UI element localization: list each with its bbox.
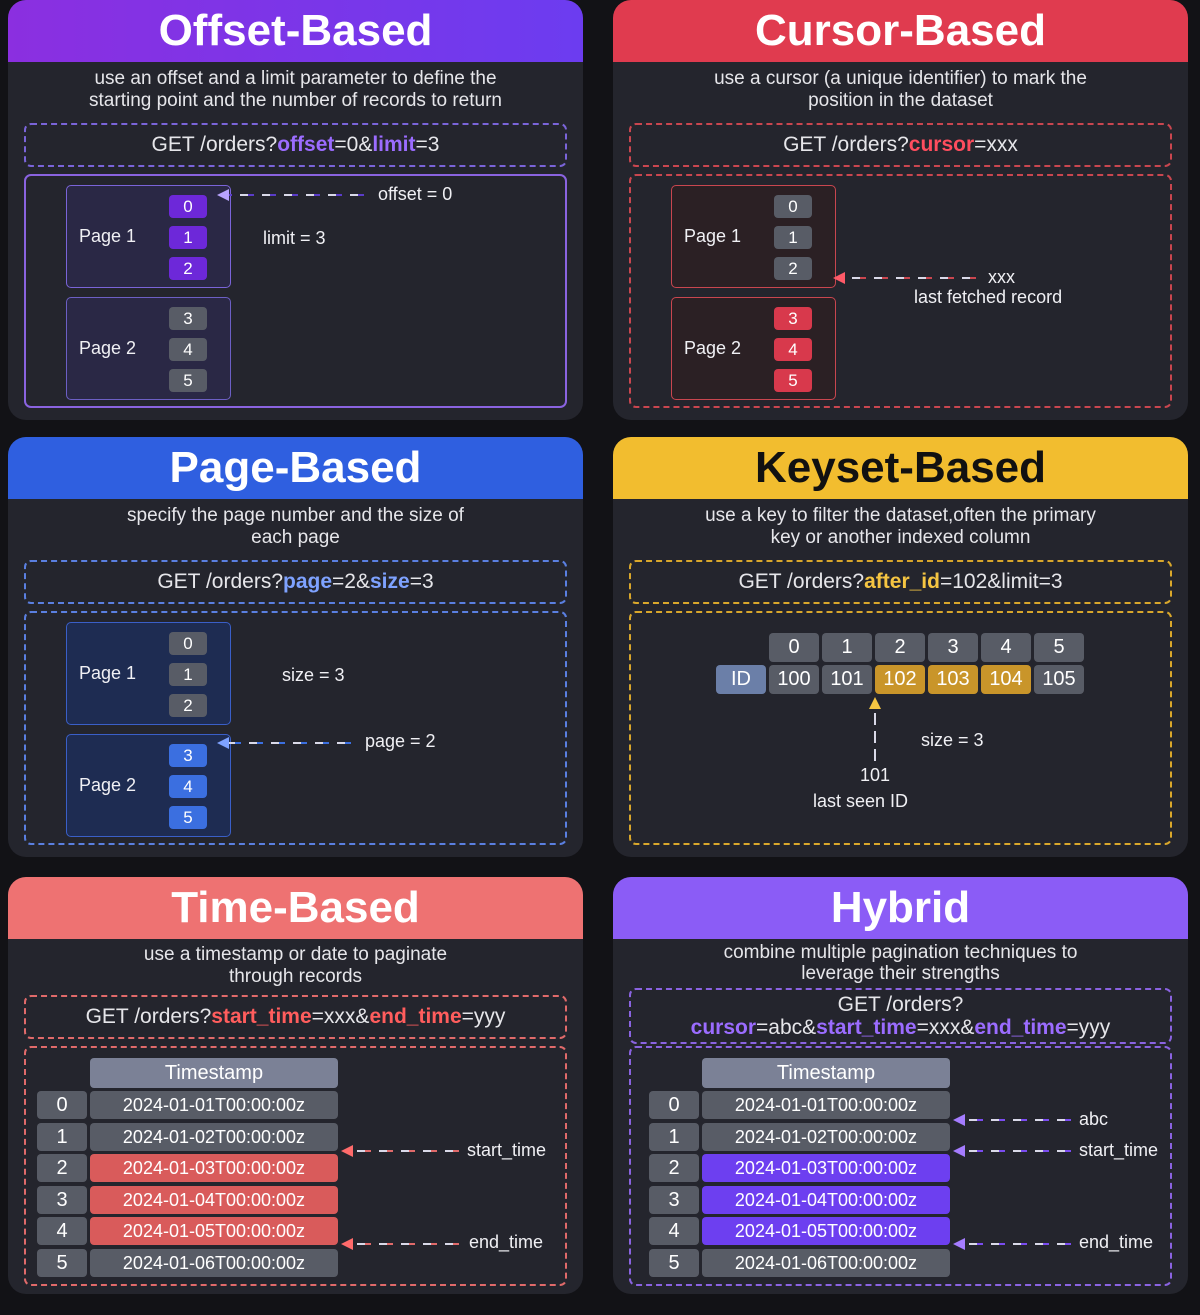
hybrid-api-request: GET /orders? cursor=abc&start_time=xxx&e…	[629, 988, 1172, 1044]
hybrid-desc-line2: leverage their strengths	[801, 963, 1000, 984]
api-text: =0&	[334, 133, 373, 156]
cursor-panel: Cursor-Based use a cursor (a unique iden…	[613, 0, 1188, 420]
api-text: =xxx&	[311, 1005, 370, 1028]
api-param-end-time: end_time	[974, 1016, 1067, 1039]
keyset-api-request: GET /orders? after_id =102&limit=3	[629, 560, 1172, 604]
api-text: =abc&	[756, 1016, 817, 1039]
api-text: =2&	[332, 570, 370, 593]
api-param-page: page	[283, 570, 333, 593]
page-diagram: Page 1 0 1 2 Page 2 3 4 5 size = 3 page …	[24, 611, 567, 845]
limit-note: limit = 3	[263, 228, 326, 248]
page-desc-line2: each page	[251, 527, 340, 548]
cursor-value: xxx	[988, 267, 1015, 287]
cursor-note: abc	[1079, 1109, 1109, 1129]
page-panel: Page-Based specify the page number and t…	[8, 437, 583, 857]
api-path: GET /orders?	[157, 570, 284, 593]
size-note: size = 3	[921, 730, 984, 750]
cursor-arrow	[833, 272, 976, 284]
cursor-api-request: GET /orders? cursor =xxx	[629, 123, 1172, 167]
api-params: cursor=abc&start_time=xxx&end_time=yyy	[691, 1016, 1111, 1039]
api-param-cursor: cursor	[908, 133, 975, 156]
page-api-request: GET /orders? page =2& size =3	[24, 560, 567, 604]
time-title: Time-Based	[8, 877, 583, 939]
offset-api-request: GET /orders? offset =0& limit =3	[24, 123, 567, 167]
hybrid-panel: Hybrid combine multiple pagination techn…	[613, 877, 1188, 1294]
api-text: =3	[415, 133, 440, 156]
offset-desc-line1: use an offset and a limit parameter to d…	[94, 68, 497, 89]
offset-panel: Offset-Based use an offset and a limit p…	[8, 0, 583, 420]
api-text: =xxx&	[916, 1016, 975, 1039]
cursor-note: last fetched record	[914, 287, 1063, 307]
cursor-title: Cursor-Based	[613, 0, 1188, 62]
time-desc-line1: use a timestamp or date to paginate	[143, 944, 448, 965]
keyset-title: Keyset-Based	[613, 437, 1188, 499]
api-path: GET /orders?	[85, 1005, 212, 1028]
api-path: GET /orders?	[151, 133, 278, 156]
api-param-start-time: start_time	[211, 1005, 312, 1028]
api-path: GET /orders?	[837, 993, 964, 1016]
api-text: =xxx	[974, 133, 1018, 156]
api-text: =yyy	[1066, 1016, 1111, 1039]
offset-title: Offset-Based	[8, 0, 583, 62]
cursor-diagram: Page 1 0 1 2 Page 2 3 4 5 xxx last fetch…	[629, 174, 1172, 408]
api-text: =102&limit=3	[939, 570, 1063, 593]
api-path: GET /orders?	[738, 570, 865, 593]
api-param-size: size	[369, 570, 410, 593]
keyset-desc-line1: use a key to filter the dataset,often th…	[705, 505, 1096, 526]
api-param-start-time: start_time	[816, 1016, 917, 1039]
api-text: =yyy	[461, 1005, 506, 1028]
time-panel: Time-Based use a timestamp or date to pa…	[8, 877, 583, 1294]
hybrid-diagram: Timestamp 0 2024-01-01T00:00:00z 1 2024-…	[629, 1046, 1172, 1286]
keyset-panel: Keyset-Based use a key to filter the dat…	[613, 437, 1188, 857]
start-time-note: start_time	[1079, 1140, 1159, 1160]
time-description: use a timestamp or date to paginate thro…	[8, 944, 583, 988]
page-note: page = 2	[365, 731, 436, 751]
cursor-desc-line1: use a cursor (a unique identifier) to ma…	[714, 68, 1087, 89]
offset-arrow	[217, 189, 364, 201]
time-api-request: GET /orders? start_time =xxx& end_time =yyy	[24, 995, 567, 1039]
keyset-diagram: 0 1 2 3 4 5 ID 100 101 102 103 104 105 s…	[629, 611, 1172, 845]
offset-note: offset = 0	[378, 184, 453, 204]
page-description: specify the page number and the size of …	[8, 505, 583, 549]
api-param-after-id: after_id	[864, 570, 940, 593]
page-desc-line1: specify the page number and the size of	[127, 505, 464, 526]
offset-diagram: Page 1 0 1 2 Page 2 3 4 5 offset = 0 lim…	[24, 174, 567, 408]
time-desc-line2: through records	[228, 966, 363, 987]
last-seen-value: 101	[860, 765, 891, 785]
cursor-desc-line2: position in the dataset	[808, 90, 993, 111]
start-time-note: start_time	[467, 1140, 547, 1160]
hybrid-description: combine multiple pagination techniques t…	[613, 942, 1188, 984]
api-text: =3	[409, 570, 434, 593]
hybrid-title: Hybrid	[613, 877, 1188, 939]
end-time-note: end_time	[1079, 1232, 1154, 1252]
last-seen-note: last seen ID	[813, 791, 909, 811]
hybrid-desc-line1: combine multiple pagination techniques t…	[723, 942, 1078, 963]
api-param-end-time: end_time	[369, 1005, 462, 1028]
offset-description: use an offset and a limit parameter to d…	[8, 68, 583, 112]
api-param-cursor: cursor	[690, 1016, 757, 1039]
keyset-description: use a key to filter the dataset,often th…	[613, 505, 1188, 549]
time-diagram: Timestamp 0 2024-01-01T00:00:00z 1 2024-…	[24, 1046, 567, 1286]
end-time-note: end_time	[469, 1232, 544, 1252]
page-title: Page-Based	[8, 437, 583, 499]
page-arrow	[217, 737, 351, 749]
api-param-limit: limit	[372, 133, 416, 156]
cursor-description: use a cursor (a unique identifier) to ma…	[613, 68, 1188, 112]
api-param-offset: offset	[277, 133, 335, 156]
size-note: size = 3	[282, 665, 345, 685]
api-path: GET /orders?	[783, 133, 909, 156]
keyset-desc-line2: key or another indexed column	[770, 527, 1031, 548]
offset-desc-line2: starting point and the number of records…	[89, 90, 502, 111]
